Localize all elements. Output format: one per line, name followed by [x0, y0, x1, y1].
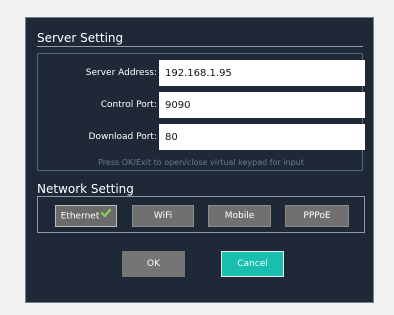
control-port-input[interactable]: [159, 92, 365, 118]
server-setting-divider: [37, 46, 363, 47]
screen-background: Server Setting Server Address: Control P…: [0, 0, 394, 315]
network-option-mobile[interactable]: Mobile: [208, 205, 271, 227]
download-port-input[interactable]: [159, 124, 365, 150]
network-option-pppoe-label: PPPoE: [303, 211, 331, 221]
network-setting-panel: Ethernet WiFi Mobile PPPoE: [37, 196, 365, 233]
control-port-label: Control Port:: [100, 100, 157, 110]
download-port-label: Download Port:: [88, 132, 157, 142]
network-option-mobile-label: Mobile: [224, 211, 255, 221]
server-address-input[interactable]: [159, 60, 365, 86]
control-port-row: Control Port:: [38, 92, 365, 118]
network-option-wifi[interactable]: WiFi: [132, 205, 194, 227]
ok-button[interactable]: OK: [122, 251, 185, 277]
server-address-label: Server Address:: [85, 68, 157, 78]
settings-dialog: Server Setting Server Address: Control P…: [25, 17, 374, 303]
server-address-row: Server Address:: [38, 60, 365, 86]
server-setting-title: Server Setting: [37, 31, 124, 45]
cancel-button[interactable]: Cancel: [221, 251, 284, 277]
keypad-hint: Press OK/Exit to open/close virtual keyp…: [98, 158, 304, 167]
network-option-ethernet-label: Ethernet: [60, 211, 100, 222]
server-setting-panel: Server Address: Control Port: Download P…: [37, 53, 365, 171]
check-icon: [101, 206, 112, 226]
download-port-row: Download Port:: [38, 124, 365, 150]
network-option-wifi-label: WiFi: [153, 211, 173, 221]
network-option-ethernet[interactable]: Ethernet: [55, 205, 117, 227]
network-setting-title: Network Setting: [37, 182, 134, 196]
network-option-pppoe[interactable]: PPPoE: [285, 205, 349, 227]
